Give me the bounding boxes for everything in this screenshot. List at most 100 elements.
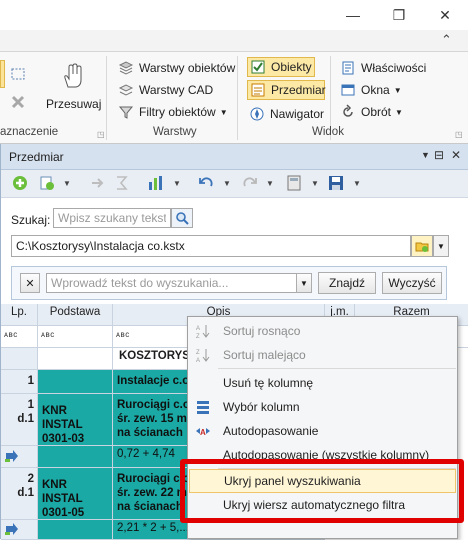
save-icon[interactable] [327,174,345,192]
chevron-down-icon[interactable]: ▼ [223,179,231,188]
column-header-podstawa[interactable]: Podstawa [38,304,113,326]
cad-layers-icon [118,82,134,98]
collapse-ribbon-icon[interactable]: ⌃ [441,32,452,48]
panel-header: Przedmiar ▼ ⊟ ✕ [1,144,468,170]
rotate-icon [340,104,356,120]
nawigator-button[interactable]: Nawigator [249,104,324,124]
svg-text:Z: Z [196,350,200,356]
filter-dropdown-icon[interactable]: ▼ [296,273,312,293]
przedmiar-icon [250,82,266,98]
svg-text:A: A [196,358,200,363]
menu-item-sort-descending[interactable]: ZA Sortuj malejąco [189,343,456,367]
chevron-down-icon[interactable]: ▼ [266,179,274,188]
row-podstawa[interactable]: KNR INSTAL 0301-05 [38,468,113,520]
chevron-down-icon: ▼ [395,107,403,117]
group-separator [237,56,238,140]
file-path-field[interactable]: C:\Kosztorysy\Instalacja co.kstx [11,235,411,257]
navigator-icon [249,106,265,122]
przesuwaj-button[interactable]: Przesuwaj [44,57,102,121]
filter-icon [118,104,134,120]
menu-item-column-chooser[interactable]: Wybór kolumn [189,395,456,419]
group-label-warstwy: Warstwy [153,126,197,138]
warstwy-cad-button[interactable]: Warstwy CAD [118,80,213,100]
svg-text:Z: Z [196,334,200,339]
filter-cell-lp[interactable]: ᴀʙc [1,326,38,348]
row-lp[interactable]: 1 d.1 [1,394,38,446]
row-podstawa[interactable]: KNR INSTAL 0301-03 [38,394,113,446]
row-podstawa[interactable] [38,520,113,540]
calculator-icon[interactable] [285,174,303,192]
restore-button[interactable]: ❐ [376,0,422,30]
przesuwaj-label: Przesuwaj [46,97,102,111]
okna-button[interactable]: Okna ▼ [340,80,402,100]
sort-descending-icon: ZA [195,347,211,363]
warstwy-obiektow-button[interactable]: Warstwy obiektów [118,58,235,78]
obrot-button[interactable]: Obrót ▼ [340,102,403,122]
column-header-lp[interactable]: Lp. [1,304,38,326]
panel-dropdown-icon[interactable]: ▼ [421,150,430,160]
close-window-button[interactable]: ✕ [422,0,468,30]
search-icon[interactable] [171,208,193,228]
windows-icon [340,82,356,98]
find-button[interactable]: Znajdź [318,272,376,294]
panel-toolbar: ▼ ▼ ▼ ▼ ▼ ▼ [1,170,468,198]
clear-button[interactable]: Wyczyść [382,272,442,294]
sum-icon[interactable] [113,174,131,192]
redo-icon[interactable] [241,174,259,192]
chevron-down-icon[interactable]: ▼ [173,179,181,188]
wlasciwosci-button[interactable]: Właściwości [340,58,426,78]
row-podstawa[interactable] [38,370,113,394]
column-chooser-icon [195,399,211,415]
ribbon: Przesuwaj aznaczenie ◳ Warstwy obiektów … [0,52,468,144]
row-lp[interactable]: 1 [1,370,38,394]
delete-icon[interactable] [10,94,26,113]
przedmiar-toggle[interactable]: Przedmiar [247,80,326,100]
dialog-launcher-icon[interactable]: ◳ [97,130,105,139]
search-label: Szukaj: [11,213,51,227]
row-podstawa[interactable] [38,446,113,468]
undo-icon[interactable] [197,174,215,192]
menu-item-sort-ascending[interactable]: AZ Sortuj rosnąco [189,319,456,343]
chevron-down-icon[interactable]: ▼ [353,179,361,188]
arrow-right-icon [5,450,19,465]
search-input[interactable] [53,208,171,228]
path-dropdown-icon[interactable]: ▼ [433,235,449,257]
close-find-panel-icon[interactable]: ✕ [20,273,40,293]
dialog-launcher-icon[interactable]: ◳ [455,130,463,139]
row-podstawa-empty [38,348,113,370]
move-icon[interactable] [89,174,107,192]
rectangle-select-icon[interactable] [10,66,26,85]
pin-icon[interactable]: ⊟ [434,148,444,162]
chevron-down-icon[interactable]: ▼ [311,179,319,188]
menu-item-best-fit[interactable]: A Autodopasowanie [189,419,456,443]
panel-close-icon[interactable]: ✕ [451,148,461,162]
open-file-icon[interactable] [411,235,433,257]
obiekty-toggle[interactable]: Obiekty [247,57,315,77]
layers-icon [118,60,134,76]
minimize-button[interactable]: — [330,0,376,30]
group-label-zaznaczenie: aznaczenie [0,126,59,138]
add-icon[interactable] [11,174,29,192]
row-lp[interactable] [1,446,38,468]
chevron-down-icon: ▼ [219,107,228,117]
filter-cell-podstawa[interactable]: ᴀʙc [38,326,113,348]
highlight-box [180,459,464,523]
filter-text-input[interactable] [46,273,312,293]
chevron-down-icon[interactable]: ▼ [63,179,71,188]
svg-text:A: A [196,326,200,332]
group-label-widok: Widok [312,126,344,138]
window-titlebar: — ❐ ✕ [0,0,468,30]
properties-icon [340,60,356,76]
level-icon[interactable] [147,174,165,192]
best-fit-icon: A [195,423,211,439]
row-lp[interactable] [1,520,38,540]
panel-title: Przedmiar [9,150,64,164]
ribbon-tabs-strip: ⌃ [0,30,468,52]
group-separator [106,56,107,140]
row-lp[interactable]: 2 d.1 [1,468,38,520]
menu-item-remove-column[interactable]: Usuń tę kolumnę [189,371,456,395]
sort-ascending-icon: AZ [195,323,211,339]
filtry-obiektow-button[interactable]: Filtry obiektów ▼ [118,102,228,122]
select-mode-button[interactable] [0,60,5,88]
insert-icon[interactable] [38,174,56,192]
